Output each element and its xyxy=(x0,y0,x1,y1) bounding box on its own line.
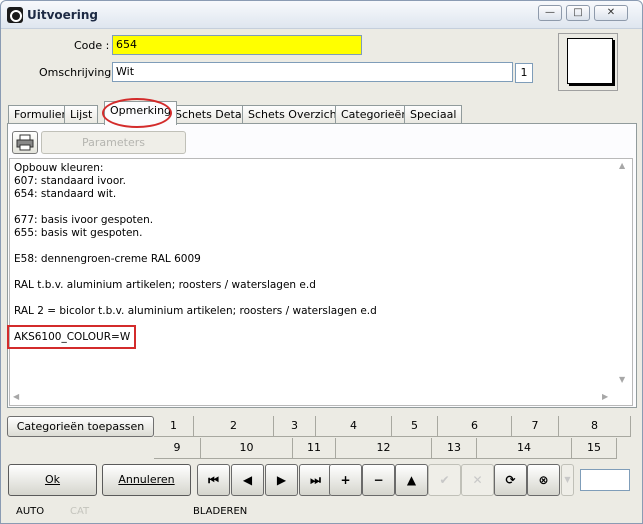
uitvoering-window: Uitvoering — □ ✕ Code : 654 Omschrijving… xyxy=(0,0,643,524)
memo-line: 677: basis ivoor gespoten. xyxy=(14,214,154,226)
memo-line: RAL 2 = bicolor t.b.v. aluminium artikel… xyxy=(14,305,377,317)
first-record-button[interactable]: ⏮ xyxy=(197,464,230,496)
color-swatch xyxy=(567,38,613,84)
tab-speciaal[interactable]: Speciaal xyxy=(404,105,463,124)
cancel-button[interactable]: Annuleren xyxy=(102,464,191,496)
memo-line: 654: standaard wit. xyxy=(14,188,117,200)
category-slot-14[interactable]: 14 xyxy=(477,438,572,459)
status-state: BLADEREN xyxy=(193,506,248,517)
first-record-icon: ⏮ xyxy=(208,473,219,487)
refresh-button[interactable]: ⟳ xyxy=(494,464,527,496)
close-button[interactable]: ✕ xyxy=(594,5,628,21)
memo-line: Opbouw kleuren: xyxy=(14,162,104,174)
prev-record-button[interactable]: ◀ xyxy=(231,464,264,496)
horizontal-scrollbar[interactable]: ◀ ▶ xyxy=(10,389,615,405)
memo-line: 655: basis wit gespoten. xyxy=(14,227,143,239)
apply-categories-button[interactable]: Categorieën toepassen xyxy=(7,416,154,437)
last-record-icon: ⏭ xyxy=(310,473,321,487)
category-slot-11[interactable]: 11 xyxy=(293,438,336,459)
print-button[interactable] xyxy=(12,131,38,154)
up-button[interactable]: ▲ xyxy=(395,464,428,496)
tab-lijst[interactable]: Lijst xyxy=(64,105,99,124)
tab-categorieen[interactable]: Categorieën xyxy=(335,105,415,124)
category-slot-7[interactable]: 7 xyxy=(512,416,559,437)
tab-schets-detail[interactable]: Schets Detail xyxy=(169,105,254,124)
add-icon: + xyxy=(340,473,351,487)
search-dropdown: ▼ xyxy=(561,464,574,496)
memo-line: RAL t.b.v. aluminium artikelen; roosters… xyxy=(14,279,316,291)
category-slot-12[interactable]: 12 xyxy=(336,438,432,459)
ok-button[interactable]: Ok xyxy=(8,464,97,496)
code-label: Code : xyxy=(74,39,110,52)
scroll-left-icon[interactable]: ◀ xyxy=(13,392,19,401)
count-field: 1 xyxy=(515,63,533,83)
discard-button: ✕ xyxy=(461,464,494,496)
category-slot-5[interactable]: 5 xyxy=(392,416,438,437)
category-slot-6[interactable]: 6 xyxy=(438,416,512,437)
remarks-memo[interactable]: Opbouw kleuren: 607: standaard ivoor. 65… xyxy=(9,158,633,406)
record-field[interactable] xyxy=(580,469,630,491)
add-record-button[interactable]: + xyxy=(329,464,362,496)
memo-line: AKS6100_COLOUR=W xyxy=(14,331,131,343)
scroll-up-icon[interactable]: ▲ xyxy=(619,161,625,170)
chevron-down-icon: ▼ xyxy=(564,475,571,484)
next-record-button[interactable]: ▶ xyxy=(265,464,298,496)
maximize-button[interactable]: □ xyxy=(566,5,590,21)
vertical-scrollbar[interactable]: ▲ ▼ xyxy=(615,159,631,389)
category-slot-4[interactable]: 4 xyxy=(316,416,392,437)
minimize-button[interactable]: — xyxy=(538,5,562,21)
status-mode: AUTO xyxy=(16,506,45,517)
prev-record-icon: ◀ xyxy=(242,473,253,487)
search-button[interactable]: ⊗ xyxy=(527,464,560,496)
category-slot-8[interactable]: 8 xyxy=(559,416,631,437)
confirm-button: ✔ xyxy=(428,464,461,496)
category-slot-9[interactable]: 9 xyxy=(154,438,201,459)
category-slot-10[interactable]: 10 xyxy=(201,438,293,459)
description-label: Omschrijving : xyxy=(39,66,119,79)
printer-icon xyxy=(16,134,34,151)
last-record-button[interactable]: ⏭ xyxy=(299,464,332,496)
refresh-icon: ⟳ xyxy=(505,473,516,487)
app-icon xyxy=(7,7,23,23)
code-field[interactable]: 654 xyxy=(112,35,362,55)
description-field[interactable]: Wit xyxy=(112,62,513,82)
parameters-button: Parameters xyxy=(41,131,186,154)
binoculars-icon: ⊗ xyxy=(538,473,549,487)
category-slot-1[interactable]: 1 xyxy=(154,416,194,437)
cancel-x-icon: ✕ xyxy=(472,473,483,487)
tab-formulier[interactable]: Formulier xyxy=(8,105,73,124)
category-slot-2[interactable]: 2 xyxy=(194,416,274,437)
next-record-icon: ▶ xyxy=(276,473,287,487)
scroll-down-icon[interactable]: ▼ xyxy=(619,375,625,384)
category-slot-13[interactable]: 13 xyxy=(432,438,477,459)
title-bar: Uitvoering — □ ✕ xyxy=(1,1,642,29)
color-preview xyxy=(558,33,618,91)
scroll-right-icon[interactable]: ▶ xyxy=(602,392,608,401)
tab-opmerking[interactable]: Opmerking xyxy=(104,101,178,125)
delete-icon: − xyxy=(373,473,384,487)
up-icon: ▲ xyxy=(406,473,417,487)
tab-schets-overzicht[interactable]: Schets Overzicht xyxy=(242,105,347,124)
status-cat: CAT xyxy=(70,506,90,517)
check-icon: ✔ xyxy=(439,473,450,487)
delete-record-button[interactable]: − xyxy=(362,464,395,496)
window-title: Uitvoering xyxy=(27,8,98,22)
category-slot-3[interactable]: 3 xyxy=(274,416,316,437)
memo-line: 607: standaard ivoor. xyxy=(14,175,126,187)
memo-line: E58: dennengroen-creme RAL 6009 xyxy=(14,253,201,265)
category-slot-15[interactable]: 15 xyxy=(572,438,617,459)
